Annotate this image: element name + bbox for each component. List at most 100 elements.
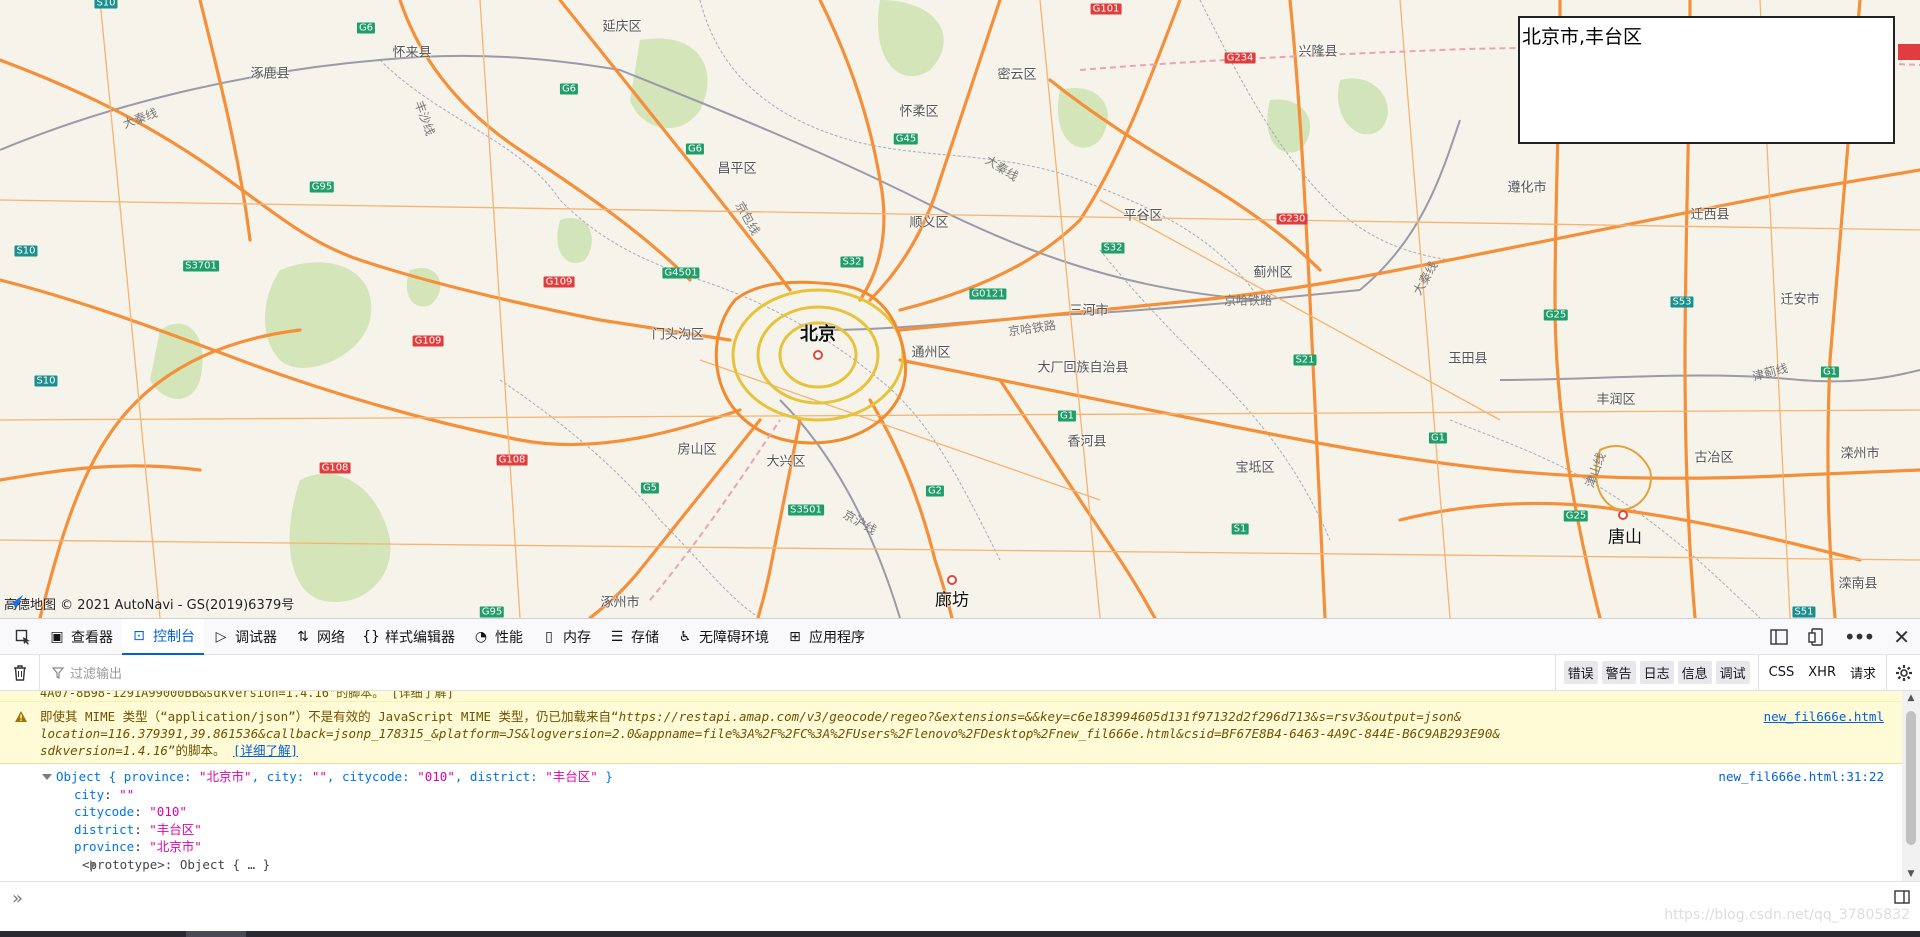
city-label: 涿鹿县 bbox=[250, 66, 290, 82]
tab-memory[interactable]: ▯ 内存 bbox=[532, 619, 600, 655]
highway-shield: S10 bbox=[14, 245, 38, 257]
tab-console[interactable]: ⊡ 控制台 bbox=[122, 618, 204, 655]
level-filter-button[interactable]: 错误 bbox=[1563, 661, 1598, 684]
tab-label: 存储 bbox=[631, 629, 659, 646]
clear-console-button[interactable] bbox=[0, 654, 40, 691]
debugger-icon: ▷ bbox=[215, 628, 227, 645]
prototype-row[interactable]: <prototype>: Object { … } bbox=[40, 856, 1902, 874]
city-label: 通州区 bbox=[911, 345, 951, 361]
storage-icon: ☰ bbox=[610, 628, 624, 645]
tab-accessibility[interactable]: ♿ 无障碍环境 bbox=[668, 619, 778, 655]
highway-shield: G2 bbox=[925, 485, 945, 497]
type-filter-button[interactable]: CSS bbox=[1769, 665, 1795, 680]
highway-shield: S53 bbox=[1670, 296, 1694, 308]
city-label: 平谷区 bbox=[1123, 208, 1163, 224]
scroll-down-icon[interactable]: ▼ bbox=[1902, 867, 1920, 881]
console-input[interactable]: » bbox=[0, 881, 1920, 915]
warning-source-link[interactable]: new_fil666e.html bbox=[1764, 708, 1884, 725]
filter-output-input[interactable]: 过滤输出 bbox=[40, 663, 1555, 682]
level-filter-button[interactable]: 日志 bbox=[1639, 661, 1674, 684]
element-picker-button[interactable] bbox=[6, 619, 40, 655]
warning-text: 即使其 MIME 类型（“application/json”）不是有效的 Jav… bbox=[40, 708, 1902, 759]
object-properties: city: "" citycode: "010" district: "丰台区" pr… bbox=[40, 786, 1902, 856]
scroll-up-icon[interactable]: ▲ bbox=[1902, 691, 1920, 705]
city-label: 延庆区 bbox=[602, 19, 642, 35]
highway-shield: G6 bbox=[685, 143, 705, 155]
highway-shield: S32 bbox=[840, 256, 864, 268]
tab-label: 性能 bbox=[495, 629, 523, 646]
city-label: 迁西县 bbox=[1690, 207, 1730, 223]
highway-shield: G109 bbox=[412, 335, 444, 347]
level-filter-button[interactable]: 信息 bbox=[1677, 661, 1712, 684]
console-settings-button[interactable] bbox=[1886, 655, 1920, 690]
more-options-icon[interactable]: ••• bbox=[1844, 625, 1875, 649]
property-key: city bbox=[74, 786, 105, 802]
highway-shield: G6 bbox=[559, 83, 579, 95]
summary-key: district bbox=[469, 769, 531, 784]
tab-performance[interactable]: ◔ 性能 bbox=[464, 619, 532, 655]
property-key: district bbox=[74, 821, 135, 837]
city-label: 遵化市 bbox=[1507, 180, 1547, 196]
level-filter-button[interactable]: 警告 bbox=[1601, 661, 1636, 684]
tab-network[interactable]: ⇅ 网络 bbox=[286, 619, 354, 655]
expand-toggle-icon[interactable] bbox=[42, 774, 52, 780]
taskbar-tab[interactable] bbox=[186, 931, 246, 937]
tab-style-editor[interactable]: {} 样式编辑器 bbox=[354, 619, 464, 655]
tab-label: 应用程序 bbox=[809, 629, 865, 646]
warning-url-part1: https://restapi.amap.com/v3/geocode/rege… bbox=[618, 709, 1462, 724]
city-label: 怀柔区 bbox=[899, 104, 939, 120]
geocode-result-box: 北京市,丰台区 bbox=[1518, 16, 1895, 144]
tab-debugger[interactable]: ▷ 调试器 bbox=[204, 619, 286, 655]
prototype-label: <prototype>: Object { … } bbox=[82, 856, 271, 872]
editor-mode-button[interactable] bbox=[1894, 889, 1920, 909]
highway-shield: S51 bbox=[1792, 606, 1816, 618]
tab-storage[interactable]: ☰ 存储 bbox=[600, 619, 668, 655]
map-attribution: 高德地图 © 2021 AutoNavi - GS(2019)6379号 bbox=[4, 594, 294, 613]
console-output: 4A07-8B98-1291A99000BB&sdkversion=1.4.16… bbox=[0, 691, 1902, 881]
object-property-row[interactable]: citycode: "010" bbox=[40, 803, 1902, 821]
highway-shield: G95 bbox=[479, 606, 505, 618]
object-property-row[interactable]: province: "北京市" bbox=[40, 838, 1902, 856]
close-icon[interactable]: ✕ bbox=[1893, 625, 1910, 649]
watermark: https://blog.csdn.net/qq_37805832 bbox=[1664, 907, 1910, 923]
city-label: 大厂回族自治县 bbox=[1037, 360, 1129, 376]
responsive-design-icon[interactable] bbox=[1808, 627, 1824, 646]
level-filter-button[interactable]: 调试 bbox=[1715, 661, 1750, 684]
type-filter-button[interactable]: 请求 bbox=[1850, 663, 1876, 682]
city-label: 蓟州区 bbox=[1253, 265, 1293, 281]
summary-colon: : bbox=[296, 769, 312, 784]
console-scrollbar[interactable]: ▲ ▼ bbox=[1902, 691, 1920, 881]
highway-shield: G25 bbox=[1543, 309, 1569, 321]
learn-more-link[interactable]: [详细了解] bbox=[233, 743, 298, 758]
city-label: 香河县 bbox=[1067, 434, 1107, 450]
city-label: 廊坊 bbox=[935, 590, 969, 611]
property-colon: : bbox=[104, 786, 120, 802]
summary-colon: : bbox=[402, 769, 418, 784]
warning-url-part2: location=116.379391,39.861536&callback=j… bbox=[40, 726, 1500, 741]
city-label: 宝坻区 bbox=[1235, 460, 1275, 476]
property-colon: : bbox=[134, 804, 150, 819]
type-filter-button[interactable]: XHR bbox=[1808, 665, 1836, 680]
object-summary[interactable]: Object { province: "北京市", city: "", city… bbox=[40, 768, 1902, 786]
edge-marker-icon bbox=[1898, 44, 1920, 60]
summary-sep: , bbox=[454, 769, 470, 784]
object-property-row[interactable]: city: "" bbox=[40, 786, 1902, 804]
scroll-thumb[interactable] bbox=[1906, 711, 1916, 845]
map-view[interactable]: 北京 唐山 廊坊 涿鹿县 怀来县 延庆区 密云区 兴隆县 怀柔区 昌平区 顺义区 平谷区 遵化市 迁西县迁… bbox=[0, 0, 1920, 618]
log-source-link[interactable]: new_fil666e.html:31:22 bbox=[1718, 768, 1884, 786]
highway-shield: G4501 bbox=[662, 267, 700, 279]
prototype-toggle-icon[interactable] bbox=[90, 859, 96, 870]
summary-key: city bbox=[266, 769, 297, 784]
summary-sep: , bbox=[326, 769, 342, 784]
warning-icon bbox=[15, 711, 27, 722]
summary-colon: : bbox=[183, 769, 200, 784]
object-property-row[interactable]: district: "丰台区" bbox=[40, 821, 1902, 839]
city-label: 丰润区 bbox=[1596, 392, 1636, 408]
split-console-icon[interactable] bbox=[1770, 628, 1788, 645]
summary-value: "丰台区" bbox=[545, 769, 598, 784]
tab-inspector[interactable]: ▣ 查看器 bbox=[40, 619, 122, 655]
tab-application[interactable]: ⊞ 应用程序 bbox=[778, 619, 874, 655]
amap-logo-icon[interactable] bbox=[4, 594, 24, 610]
city-label: 门头沟区 bbox=[651, 327, 705, 343]
city-label: 房山区 bbox=[677, 442, 717, 458]
